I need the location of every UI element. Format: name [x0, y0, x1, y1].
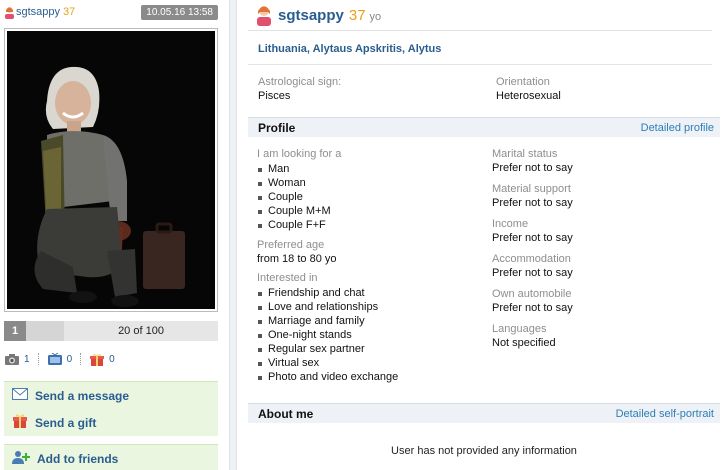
- detailed-self-portrait-link[interactable]: Detailed self-portrait: [616, 408, 714, 420]
- gift-icon: [12, 414, 28, 431]
- photo-count[interactable]: 1: [24, 354, 30, 365]
- list-item: Virtual sex: [257, 356, 477, 370]
- preferred-age: Preferred age from 18 to 80 yo: [257, 239, 477, 265]
- age-unit: yo: [369, 10, 382, 23]
- list-item: Friendship and chat: [257, 286, 477, 300]
- left-column: sgtsappy 37 10.05.16 13:58 1 20 of 100 1…: [0, 0, 222, 470]
- income: Income Prefer not to say: [492, 218, 712, 244]
- date-badge: 10.05.16 13:58: [141, 5, 218, 20]
- photo-pager: 1 20 of 100: [4, 321, 218, 341]
- camera-icon[interactable]: [4, 353, 20, 366]
- field-label: Own automobile: [492, 288, 572, 300]
- field-value: Pisces: [258, 90, 291, 102]
- add-friend-button[interactable]: Add to friends: [4, 445, 218, 470]
- about-section-header: About me Detailed self-portrait: [248, 403, 720, 423]
- profile-header: sgtsappy 37 yo: [256, 2, 381, 28]
- envelope-icon: [12, 388, 28, 403]
- preferences-column: I am looking for a Man Woman Couple Coup…: [257, 148, 477, 391]
- looking-list: Man Woman Couple Couple M+M Couple F+F: [257, 162, 477, 232]
- field-label: Material support: [492, 183, 571, 195]
- primary-actions: Send a message Send a gift: [4, 381, 218, 436]
- section-title: Profile: [258, 121, 296, 135]
- gift-icon[interactable]: [89, 353, 105, 366]
- counter-separator: [37, 353, 39, 365]
- material-support: Material support Prefer not to say: [492, 183, 712, 209]
- list-item: Regular sex partner: [257, 342, 477, 356]
- list-item: Photo and video exchange: [257, 370, 477, 384]
- field-label: Marital status: [492, 148, 558, 160]
- send-gift-label: Send a gift: [35, 415, 97, 430]
- field-value: Not specified: [492, 337, 556, 349]
- field-value: Heterosexual: [496, 90, 561, 102]
- field-value: from 18 to 80 yo: [257, 253, 337, 265]
- field-value: Prefer not to say: [492, 302, 573, 314]
- left-header: sgtsappy 37 10.05.16 13:58: [4, 5, 218, 21]
- location-link[interactable]: Lithuania, Alytaus Apskritis, Alytus: [258, 43, 441, 55]
- field-label: Income: [492, 218, 529, 230]
- profile-photo[interactable]: [4, 28, 218, 312]
- field-label: Accommodation: [492, 253, 571, 265]
- pager-count: 20 of 100: [118, 325, 164, 337]
- list-item: Woman: [257, 176, 477, 190]
- list-item: Marriage and family: [257, 314, 477, 328]
- secondary-actions: Add to friends: [4, 444, 218, 470]
- field-value: Prefer not to say: [492, 162, 573, 174]
- orientation: Orientation Heterosexual: [496, 76, 561, 102]
- own-automobile: Own automobile Prefer not to say: [492, 288, 712, 314]
- section-title: About me: [258, 407, 314, 421]
- profile-username[interactable]: sgtsappy: [278, 7, 344, 24]
- pager-current[interactable]: 1: [4, 321, 26, 341]
- send-gift-button[interactable]: Send a gift: [4, 409, 218, 436]
- field-value: Prefer not to say: [492, 232, 573, 244]
- field-value: Prefer not to say: [492, 267, 573, 279]
- send-message-label: Send a message: [35, 388, 130, 403]
- interested-in: Interested in Friendship and chat Love a…: [257, 272, 477, 384]
- profile-panel: sgtsappy 37 yo Lithuania, Alytaus Apskri…: [248, 0, 720, 470]
- tv-icon[interactable]: [47, 352, 63, 366]
- user-avatar-icon: [256, 4, 272, 26]
- add-friend-label: Add to friends: [37, 451, 119, 466]
- divider: [248, 64, 712, 65]
- looking-for: I am looking for a Man Woman Couple Coup…: [257, 148, 477, 232]
- field-label: Orientation: [496, 76, 550, 88]
- column-divider: [229, 0, 237, 470]
- send-message-button[interactable]: Send a message: [4, 382, 218, 409]
- gift-count[interactable]: 0: [109, 354, 115, 365]
- languages: Languages Not specified: [492, 323, 712, 349]
- marital-status: Marital status Prefer not to say: [492, 148, 712, 174]
- list-item: One-night stands: [257, 328, 477, 342]
- age-label: 37: [63, 6, 76, 18]
- media-counters: 1 0 0: [4, 351, 115, 367]
- field-label: Languages: [492, 323, 547, 335]
- about-empty-message: User has not provided any information: [391, 445, 577, 457]
- list-item: Love and relationships: [257, 300, 477, 314]
- interest-list: Friendship and chat Love and relationshi…: [257, 286, 477, 384]
- detailed-profile-link[interactable]: Detailed profile: [641, 122, 714, 134]
- list-item: Couple: [257, 190, 477, 204]
- user-avatar-icon: [4, 6, 15, 19]
- pager-track[interactable]: [26, 321, 64, 341]
- username-link[interactable]: sgtsappy 37: [16, 6, 75, 18]
- counter-separator: [80, 353, 82, 365]
- list-item: Couple F+F: [257, 218, 477, 232]
- field-label: Interested in: [257, 272, 318, 284]
- list-item: Couple M+M: [257, 204, 477, 218]
- accommodation: Accommodation Prefer not to say: [492, 253, 712, 279]
- details-column: Marital status Prefer not to say Materia…: [492, 148, 712, 358]
- list-item: Man: [257, 162, 477, 176]
- photo-image: [7, 31, 215, 309]
- divider: [248, 30, 712, 31]
- profile-age: 37: [348, 6, 366, 24]
- video-count[interactable]: 0: [67, 354, 73, 365]
- field-value: Prefer not to say: [492, 197, 573, 209]
- field-label: Preferred age: [257, 239, 325, 251]
- field-label: I am looking for a: [257, 148, 342, 160]
- profile-section-header: Profile Detailed profile: [248, 117, 720, 137]
- astrological-sign: Astrological sign: Pisces: [258, 76, 341, 102]
- field-label: Astrological sign:: [258, 76, 342, 88]
- add-user-icon: [12, 450, 30, 467]
